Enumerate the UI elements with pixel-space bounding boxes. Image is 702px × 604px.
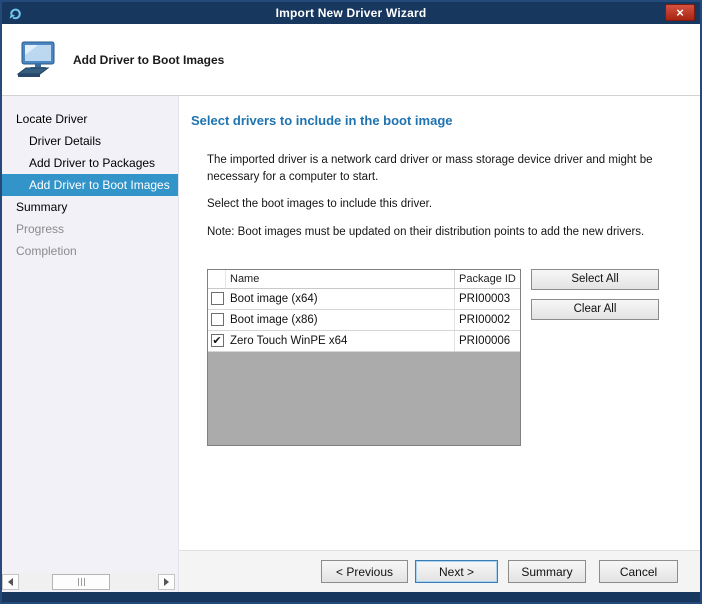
selection-buttons: Select All Clear All xyxy=(531,269,659,329)
sidebar-item-progress: Progress xyxy=(2,218,178,240)
sidebar-item-driver-details: Driver Details xyxy=(2,130,178,152)
row-checkbox-cell xyxy=(208,289,226,309)
select-all-button[interactable]: Select All xyxy=(531,269,659,290)
window-title: Import New Driver Wizard xyxy=(2,6,700,20)
sidebar-item-locate-driver: Locate Driver xyxy=(2,108,178,130)
checkbox-column-header[interactable] xyxy=(208,270,226,288)
scroll-right-arrow-icon xyxy=(164,578,169,586)
page-title: Select drivers to include in the boot im… xyxy=(191,113,700,128)
scroll-left-arrow-icon xyxy=(8,578,13,586)
package-id-column-header[interactable]: Package ID xyxy=(455,270,520,288)
row-checkbox-cell xyxy=(208,310,226,330)
previous-button[interactable]: < Previous xyxy=(321,560,408,583)
sidebar-item-add-driver-to-packages: Add Driver to Packages xyxy=(2,152,178,174)
sidebar-item-completion: Completion xyxy=(2,240,178,262)
row-name: Boot image (x64) xyxy=(226,289,455,309)
select-text: Select the boot images to include this d… xyxy=(207,196,680,213)
sidebar-horizontal-scrollbar[interactable] xyxy=(2,573,175,590)
sidebar-item-summary: Summary xyxy=(2,196,178,218)
name-column-header[interactable]: Name xyxy=(226,270,455,288)
boot-image-x86-checkbox[interactable] xyxy=(211,313,224,326)
window-bottom-border xyxy=(2,592,700,602)
wizard-steps-sidebar: Locate Driver Driver Details Add Driver … xyxy=(2,96,179,592)
titlebar: Import New Driver Wizard × xyxy=(2,2,700,24)
boot-image-x64-checkbox[interactable] xyxy=(211,292,224,305)
row-name: Boot image (x86) xyxy=(226,310,455,330)
sidebar-item-add-driver-to-boot-images: Add Driver to Boot Images xyxy=(2,174,178,196)
scrollbar-thumb[interactable] xyxy=(52,574,110,590)
row-package-id: PRI00003 xyxy=(455,289,520,309)
boot-images-section: Name Package ID Boot image (x64) PRI0000… xyxy=(207,269,700,446)
close-button[interactable]: × xyxy=(665,4,695,21)
row-package-id: PRI00006 xyxy=(455,331,520,351)
list-empty-area xyxy=(208,352,520,445)
note-text: Note: Boot images must be updated on the… xyxy=(207,224,680,241)
list-header: Name Package ID xyxy=(208,270,520,289)
table-row[interactable]: ✔ Zero Touch WinPE x64 PRI00006 xyxy=(208,331,520,352)
table-row[interactable]: Boot image (x86) PRI00002 xyxy=(208,310,520,331)
wizard-header: Add Driver to Boot Images xyxy=(2,24,700,96)
import-new-driver-wizard-window: Import New Driver Wizard × Add Driver to… xyxy=(0,0,702,604)
instructions: The imported driver is a network card dr… xyxy=(207,152,680,252)
intro-text: The imported driver is a network card dr… xyxy=(207,152,680,185)
wizard-body: Locate Driver Driver Details Add Driver … xyxy=(2,96,700,592)
clear-all-button[interactable]: Clear All xyxy=(531,299,659,320)
zero-touch-winpe-x64-checkbox[interactable]: ✔ xyxy=(211,334,224,347)
wizard-footer: < Previous Next > Summary Cancel xyxy=(179,550,700,592)
table-row[interactable]: Boot image (x64) PRI00003 xyxy=(208,289,520,310)
row-checkbox-cell: ✔ xyxy=(208,331,226,351)
scrollbar-grip-icon xyxy=(78,578,79,586)
boot-images-list: Name Package ID Boot image (x64) PRI0000… xyxy=(207,269,521,446)
row-package-id: PRI00002 xyxy=(455,310,520,330)
row-name: Zero Touch WinPE x64 xyxy=(226,331,455,351)
scroll-left-button[interactable] xyxy=(2,574,19,590)
summary-button[interactable]: Summary xyxy=(508,560,586,583)
wizard-icon xyxy=(8,6,22,20)
header-title: Add Driver to Boot Images xyxy=(73,53,224,67)
cancel-button[interactable]: Cancel xyxy=(599,560,678,583)
next-button[interactable]: Next > xyxy=(415,560,498,583)
computer-icon xyxy=(16,41,58,79)
scroll-right-button[interactable] xyxy=(158,574,175,590)
wizard-main-panel: Select drivers to include in the boot im… xyxy=(179,96,700,592)
wizard-steps-list: Locate Driver Driver Details Add Driver … xyxy=(2,96,178,262)
scrollbar-track[interactable] xyxy=(19,574,158,590)
